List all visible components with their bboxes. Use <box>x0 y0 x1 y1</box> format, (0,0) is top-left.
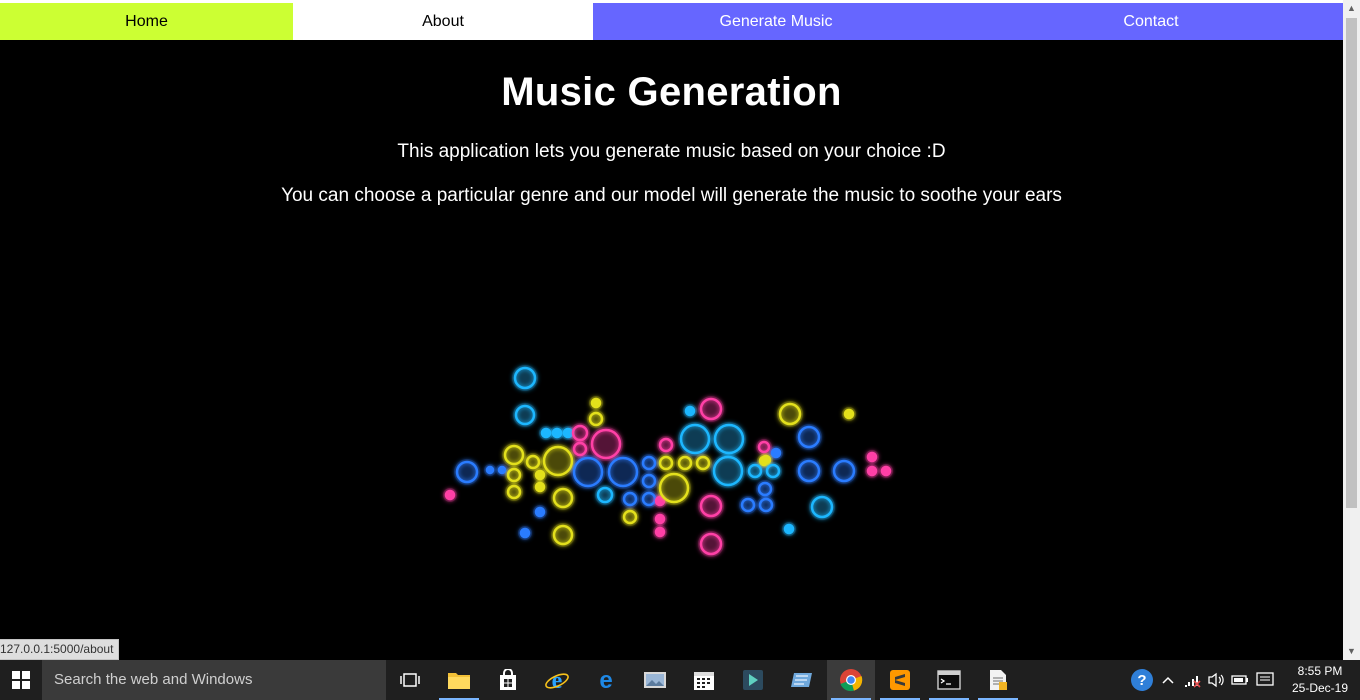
sublime-text-icon[interactable] <box>876 660 924 700</box>
edge-browser-icon[interactable]: e <box>582 660 630 700</box>
vertical-scrollbar[interactable]: ▲ ▼ <box>1343 0 1360 660</box>
visualizer-circle <box>843 408 855 420</box>
music-visualizer-image <box>443 365 893 557</box>
visualizer-circle <box>551 427 563 439</box>
visualizer-circle <box>654 526 666 538</box>
visualizer-circle <box>485 465 495 475</box>
internet-explorer-icon[interactable]: e <box>533 660 581 700</box>
clock-time: 8:55 PM <box>1297 664 1343 678</box>
windows-taskbar: Search the web and Windows e e ? 8:55 PM… <box>0 660 1360 700</box>
network-icon[interactable] <box>1181 660 1203 700</box>
visualizer-circle <box>540 427 552 439</box>
sticky-app-icon[interactable] <box>778 660 826 700</box>
start-button[interactable] <box>0 660 42 700</box>
visualizer-circle <box>534 506 546 518</box>
photos-icon[interactable] <box>631 660 679 700</box>
notepad-app-icon[interactable] <box>974 660 1022 700</box>
clock-date: 25-Dec-19 <box>1291 681 1349 695</box>
visualizer-glow <box>678 422 712 456</box>
volume-icon[interactable] <box>1205 660 1227 700</box>
visualizer-circle <box>880 465 892 477</box>
calendar-icon[interactable] <box>680 660 728 700</box>
visualizer-glow <box>541 444 575 478</box>
main-nav: Home About Generate Music Contact <box>0 3 1343 40</box>
description-text: You can choose a particular genre and ou… <box>281 185 1062 206</box>
visualizer-glow <box>571 455 605 489</box>
visualizer-glow <box>712 422 746 456</box>
battery-icon[interactable] <box>1229 660 1251 700</box>
visualizer-circle <box>654 513 666 525</box>
page-title: Music Generation <box>501 70 842 114</box>
visualizer-circle <box>519 527 531 539</box>
visualizer-circle <box>497 465 507 475</box>
visualizer-circle <box>866 451 878 463</box>
visualizer-circle <box>760 454 772 466</box>
visualizer-glow <box>711 454 745 488</box>
taskbar-search-input[interactable]: Search the web and Windows <box>42 660 386 700</box>
nav-generate-music[interactable]: Generate Music <box>593 3 959 40</box>
file-explorer-icon[interactable] <box>435 660 483 700</box>
visualizer-glow <box>657 471 691 505</box>
svg-text:e: e <box>599 668 612 692</box>
nav-home[interactable]: Home <box>0 3 293 40</box>
visualizer-glow <box>606 455 640 489</box>
visualizer-circle <box>866 465 878 477</box>
visualizer-circle <box>534 469 546 481</box>
action-center-icon[interactable] <box>1253 660 1277 700</box>
chrome-browser-icon[interactable] <box>827 660 875 700</box>
svg-text:?: ? <box>1137 672 1146 689</box>
nav-about[interactable]: About <box>293 3 593 40</box>
task-view-icon[interactable] <box>386 660 434 700</box>
taskbar-clock[interactable]: 8:55 PM 25-Dec-19 <box>1280 660 1360 700</box>
scroll-up-arrow-icon[interactable]: ▲ <box>1343 0 1360 17</box>
visualizer-circle <box>444 489 456 501</box>
scroll-down-arrow-icon[interactable]: ▼ <box>1343 643 1360 660</box>
intro-text: This application lets you generate music… <box>397 141 946 162</box>
visualizer-circle <box>684 405 696 417</box>
status-bar-url: 127.0.0.1:5000/about <box>0 639 120 660</box>
visualizer-circle <box>770 447 782 459</box>
media-app-icon[interactable] <box>729 660 777 700</box>
tray-expand-icon[interactable] <box>1158 660 1178 700</box>
command-prompt-icon[interactable] <box>925 660 973 700</box>
svg-text:e: e <box>552 668 563 693</box>
visualizer-circle <box>534 481 546 493</box>
nav-contact[interactable]: Contact <box>959 3 1343 40</box>
visualizer-circle <box>590 397 602 409</box>
windows-logo-icon <box>12 671 30 689</box>
visualizer-circle <box>783 523 795 535</box>
store-icon[interactable] <box>484 660 532 700</box>
scroll-thumb[interactable] <box>1346 18 1357 508</box>
help-icon[interactable]: ? <box>1128 660 1156 700</box>
